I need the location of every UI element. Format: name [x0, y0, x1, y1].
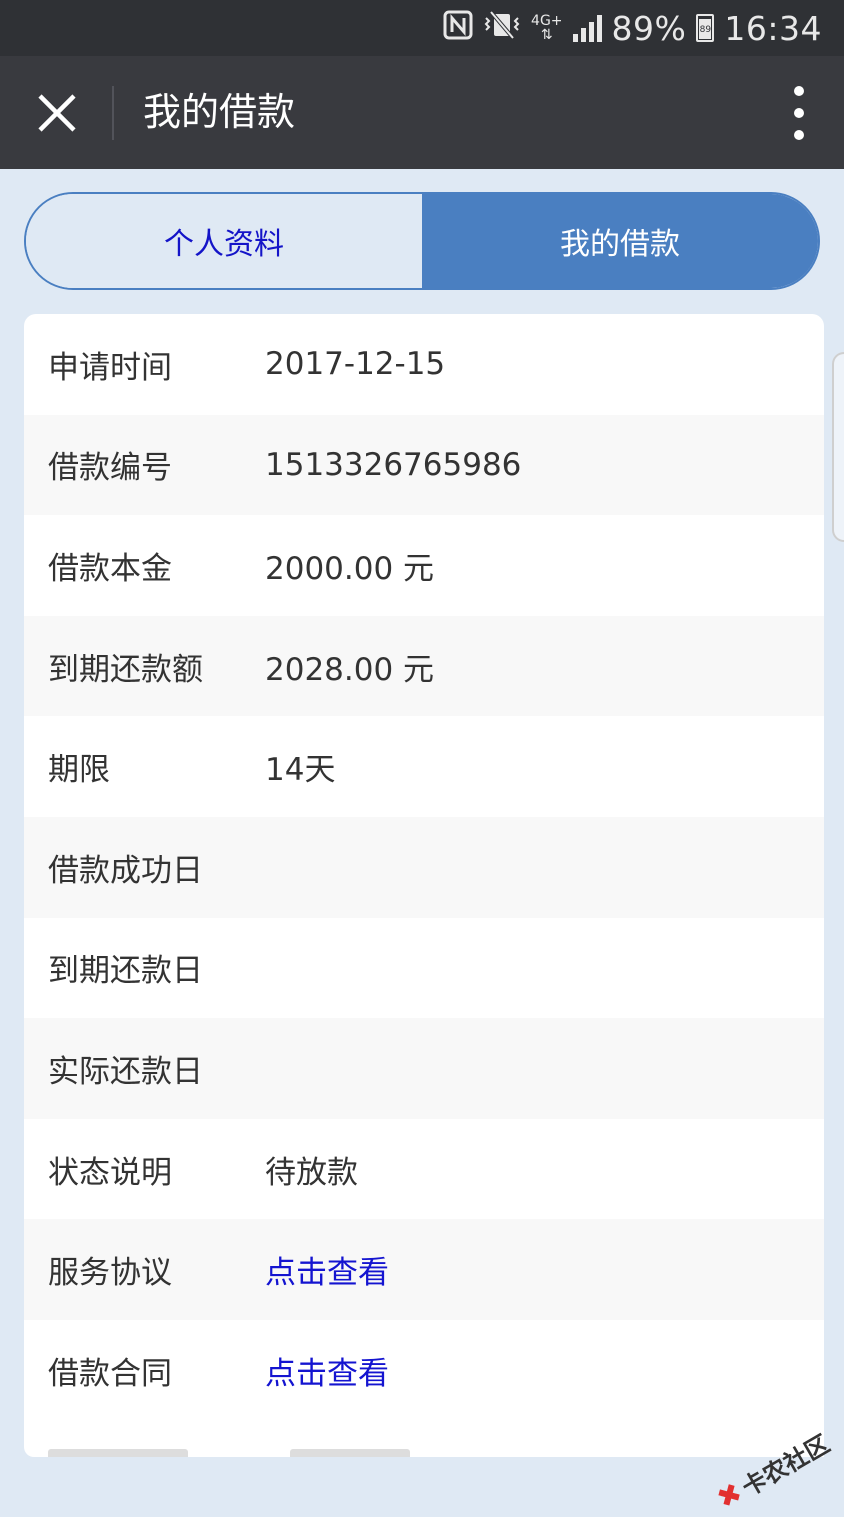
detail-label: 借款编号: [48, 450, 172, 487]
signal-icon: [572, 14, 602, 42]
tab-my-loans[interactable]: 我的借款: [422, 194, 818, 288]
battery-level: 89: [699, 25, 712, 35]
more-dot: [794, 130, 804, 140]
detail-label: 借款成功日: [48, 852, 203, 889]
detail-row: 到期还款日: [24, 918, 824, 1019]
next-loan-card-partial: [24, 1421, 824, 1457]
more-dot: [794, 108, 804, 118]
detail-label: 期限: [48, 752, 110, 789]
detail-row: 实际还款日: [24, 1018, 824, 1119]
service-agreement-link[interactable]: 点击查看: [265, 1247, 389, 1292]
detail-value: 1513326765986: [265, 446, 522, 483]
status-value: 待放款: [265, 1154, 358, 1191]
battery-icon: 89: [696, 14, 715, 42]
close-button[interactable]: [22, 78, 92, 148]
status-bar: 4G+ ⇅ 89% 89 16:34: [0, 0, 844, 56]
tab-profile[interactable]: 个人资料: [26, 194, 422, 288]
detail-value: 2017-12-15: [265, 346, 446, 383]
vibrate-mute-icon: [483, 10, 521, 47]
detail-row: 期限 14天: [24, 716, 824, 817]
loan-contract-link[interactable]: 点击查看: [265, 1348, 389, 1393]
tab-switcher: 个人资料 我的借款: [24, 192, 820, 290]
clock: 16:34: [724, 8, 822, 48]
detail-label: 借款合同: [48, 1355, 172, 1392]
detail-row: 状态说明 待放款: [24, 1119, 824, 1220]
detail-row: 申请时间 2017-12-15: [24, 314, 824, 415]
detail-label: 借款本金: [48, 550, 172, 587]
partial-label: [48, 1449, 188, 1457]
detail-label: 服务协议: [48, 1255, 172, 1292]
side-drawer-handle[interactable]: [832, 352, 844, 542]
page-title: 我的借款: [143, 90, 296, 134]
detail-row: 借款成功日: [24, 816, 824, 918]
detail-value: 2000.00 元: [265, 550, 435, 587]
detail-row: 借款本金 2000.00 元: [24, 515, 824, 616]
partial-value: [290, 1449, 410, 1457]
detail-label: 到期还款日: [48, 953, 203, 990]
detail-value: 14天: [265, 752, 336, 789]
detail-label: 到期还款额: [48, 651, 203, 688]
close-icon: [38, 94, 76, 132]
title-divider: [112, 86, 114, 140]
detail-row: 借款编号 1513326765986: [24, 414, 824, 516]
more-dots-icon: [794, 86, 804, 96]
detail-row: 服务协议 点击查看: [24, 1219, 824, 1320]
detail-label: 实际还款日: [48, 1053, 203, 1090]
detail-value: 2028.00 元: [265, 651, 435, 688]
network-type-label: 4G+: [531, 13, 563, 29]
loan-details-card: 申请时间 2017-12-15 借款编号 1513326765986 借款本金 …: [24, 314, 824, 1421]
detail-label: 申请时间: [48, 349, 172, 386]
detail-row: 借款合同 点击查看: [24, 1320, 824, 1421]
battery-percent: 89%: [611, 8, 687, 48]
detail-row: 到期还款额 2028.00 元: [24, 615, 824, 717]
nfc-icon: [443, 10, 473, 47]
detail-label: 状态说明: [48, 1154, 172, 1191]
more-menu-button[interactable]: [784, 86, 814, 140]
network-type-icon: 4G+ ⇅: [531, 13, 563, 43]
title-bar: 我的借款: [0, 56, 844, 169]
